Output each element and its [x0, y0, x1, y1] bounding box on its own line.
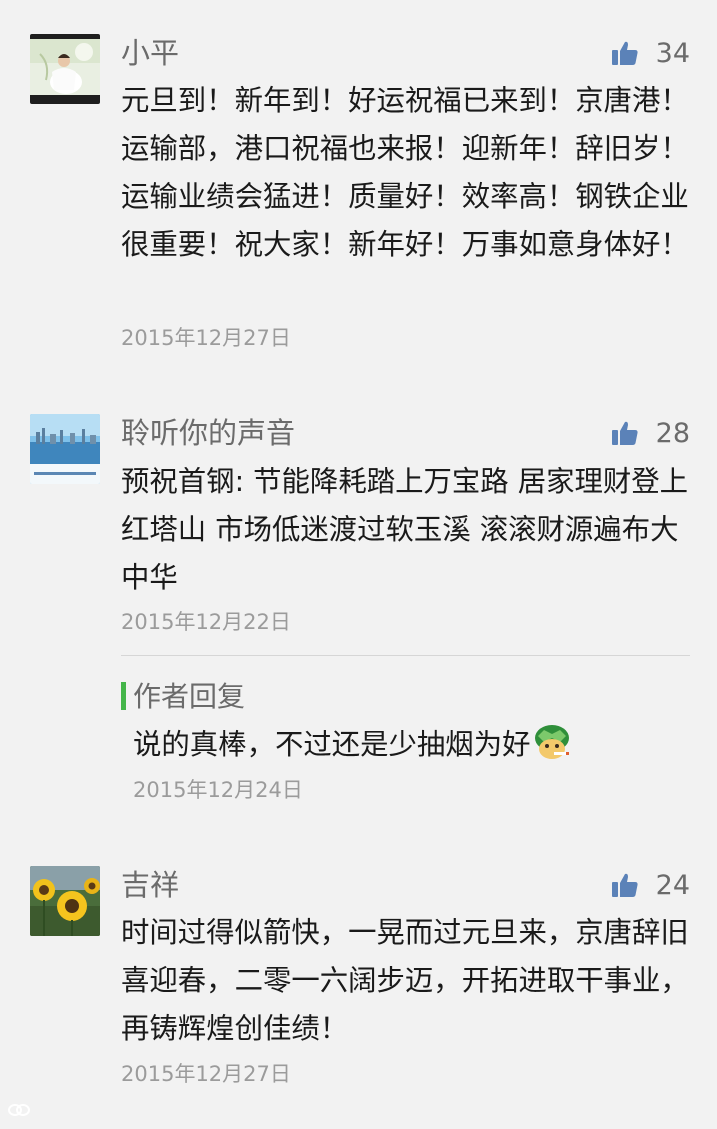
- comment-date: 2015年12月22日: [121, 610, 291, 634]
- like-count: 34: [655, 37, 690, 69]
- username[interactable]: 小平: [121, 35, 179, 71]
- reply-date: 2015年12月24日: [133, 778, 303, 802]
- reply-text: 说的真棒，不过还是少抽烟为好: [133, 728, 531, 761]
- username[interactable]: 聆听你的声音: [121, 415, 295, 451]
- comment-content: 时间过得似箭快，一晃而过元旦来，京唐辞旧喜迎春，二零一六阔步迈，开拓进取干事业，…: [121, 916, 689, 1045]
- avatar[interactable]: [30, 34, 100, 104]
- like-button[interactable]: 24: [611, 867, 690, 903]
- like-count: 24: [655, 869, 690, 901]
- thumbs-up-icon: [611, 41, 638, 65]
- like-button[interactable]: 28: [611, 415, 690, 451]
- comment-content: 预祝首钢: 节能降耗踏上万宝路 居家理财登上红塔山 市场低迷渡过软玉溪 滚滚财源…: [121, 465, 689, 594]
- like-button[interactable]: 34: [611, 35, 690, 71]
- watermark-logo-icon: [8, 1104, 30, 1116]
- comment-date: 2015年12月27日: [121, 326, 291, 350]
- avatar[interactable]: [30, 414, 100, 484]
- thumbs-up-icon: [611, 421, 638, 445]
- reply-title: 作者回复: [133, 680, 246, 713]
- comment-content: 元旦到！新年到！好运祝福已来到！京唐港！运输部，港口祝福也来报！迎新年！辞旧岁！…: [121, 84, 689, 261]
- username[interactable]: 吉祥: [121, 867, 179, 903]
- like-count: 28: [655, 417, 690, 449]
- thumbs-up-icon: [611, 873, 638, 897]
- comment-date: 2015年12月27日: [121, 1062, 291, 1086]
- avatar[interactable]: [30, 866, 100, 936]
- reply-content: 说的真棒，不过还是少抽烟为好: [133, 721, 572, 769]
- reply-accent-bar: [121, 682, 126, 710]
- divider: [121, 655, 690, 656]
- smoking-turtle-emoji: [535, 725, 570, 759]
- watermark: [8, 1103, 30, 1117]
